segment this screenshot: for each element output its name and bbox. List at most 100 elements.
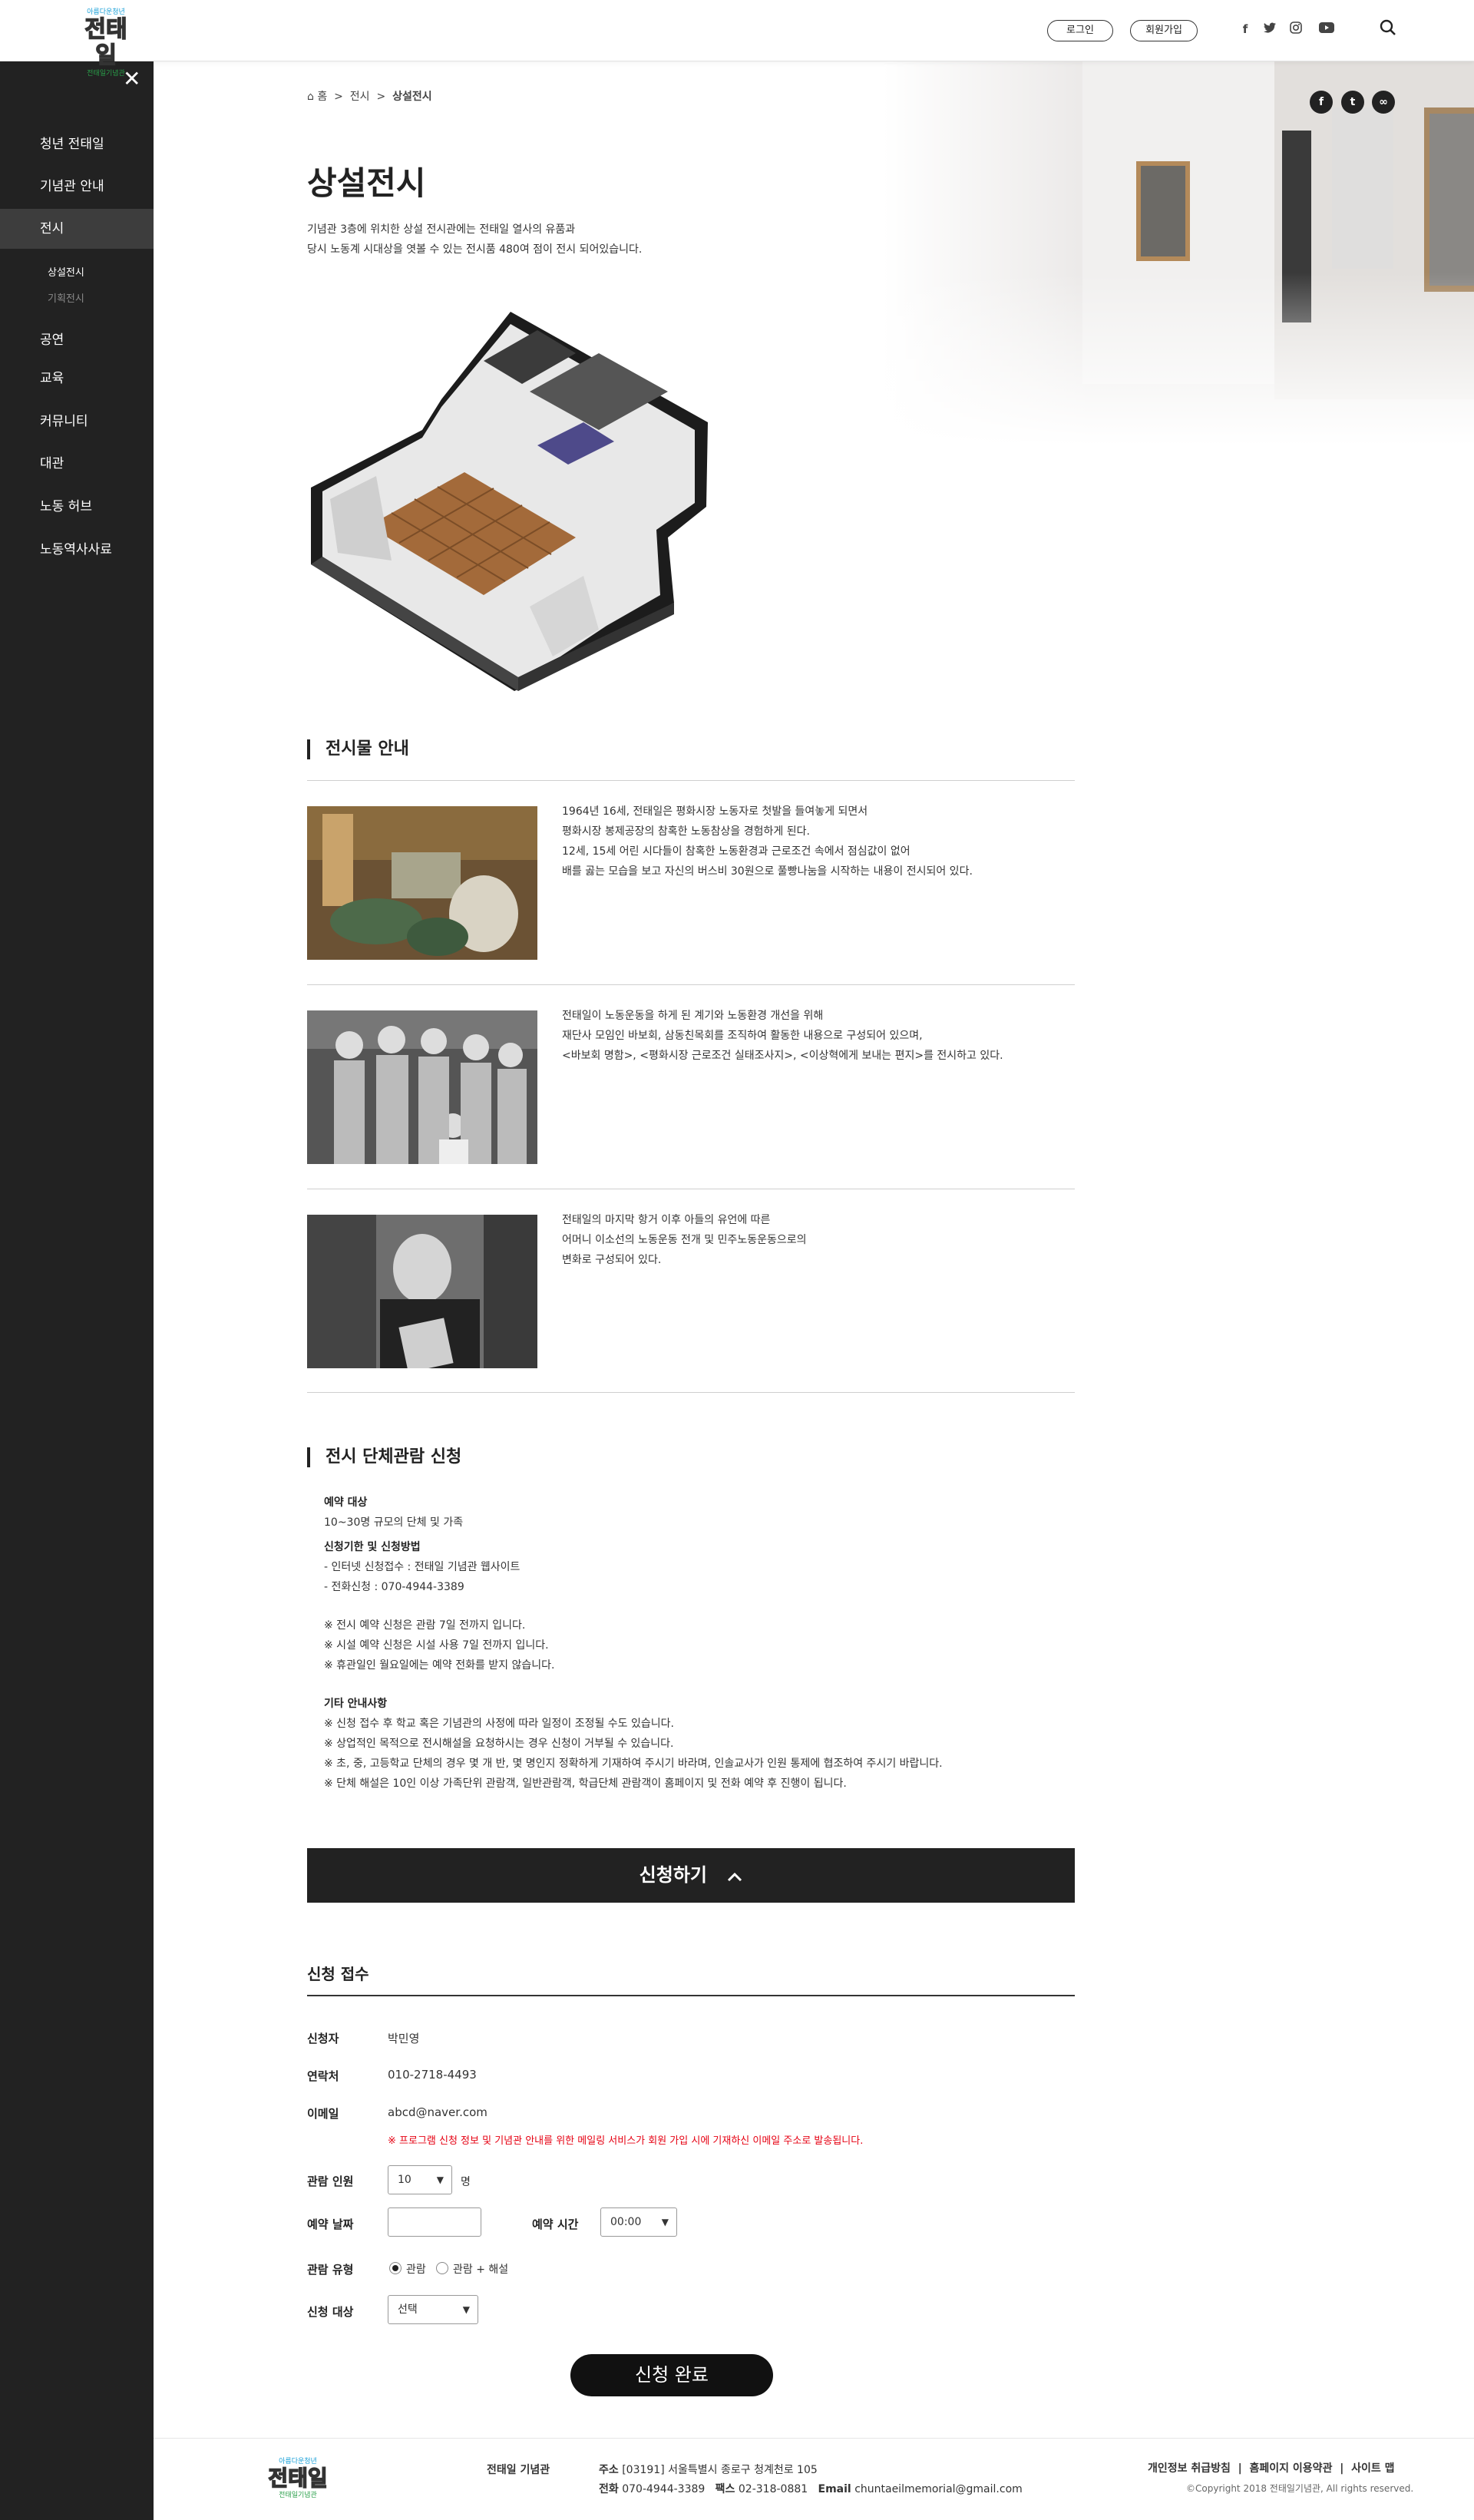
time-value: 00:00	[610, 2216, 642, 2228]
etc-heading: 기타 안내사항	[324, 1698, 388, 1710]
footer-contacts: 전화 070-4944-3389 팩스 02-318-0881 Email ch…	[599, 2481, 1023, 2496]
audience-select[interactable]: 선택 ▼	[388, 2295, 478, 2324]
date-label: 예약 날짜	[307, 2217, 354, 2231]
exhibit-section-title: 전시물 안내	[307, 739, 409, 759]
group-info: 예약 대상 10~30명 규모의 단체 및 가족 신청기한 및 신청방법 - 인…	[324, 1493, 943, 1794]
dropdown-arrow-icon: ▼	[661, 2217, 669, 2227]
method-online: - 인터넷 신청접수 : 전태일 기념관 웹사이트	[324, 1561, 521, 1573]
applicant-value: 박민영	[388, 2032, 420, 2045]
floor-plan-illustration	[307, 307, 714, 695]
address-label: 주소	[599, 2464, 619, 2476]
audience-value: 선택	[398, 2303, 418, 2316]
intro-line-1: 기념관 3층에 위치한 상설 전시관에는 전태일 열사의 유품과	[307, 223, 576, 236]
sidebar-subitem-special[interactable]: 기획전시	[48, 290, 84, 305]
people-label: 관람 인원	[307, 2174, 354, 2188]
apply-toggle-button[interactable]: 신청하기	[307, 1848, 1075, 1903]
sidebar-item-labor-history[interactable]: 노동역사사료	[0, 530, 154, 570]
method-heading: 신청기한 및 신청방법	[324, 1541, 421, 1553]
terms-link[interactable]: 홈페이지 이용약관	[1250, 2462, 1333, 2475]
tel-label: 전화	[599, 2483, 619, 2495]
applicant-label: 신청자	[307, 2032, 339, 2045]
dropdown-arrow-icon: ▼	[436, 2174, 444, 2185]
people-select[interactable]: 10 ▼	[388, 2165, 452, 2194]
submit-button[interactable]: 신청 완료	[570, 2354, 773, 2396]
type-option-view-guide[interactable]: 관람 + 해설	[453, 2261, 508, 2277]
divider	[307, 984, 1075, 985]
target-heading: 예약 대상	[324, 1496, 368, 1509]
divider	[307, 1392, 1075, 1393]
footer-links: 개인정보 취급방침 | 홈페이지 이용약관 | 사이트 맵	[1148, 2462, 1395, 2475]
exhibit-photo-3	[307, 1215, 537, 1368]
share-link-icon[interactable]: ∞	[1372, 91, 1395, 114]
site-logo[interactable]: 아름다운청년 전태일 전태일기념관	[75, 8, 137, 78]
logo-subtitle: 전태일기념관	[87, 70, 125, 78]
share-twitter-icon[interactable]: t	[1341, 91, 1364, 114]
tel-value: 070-4944-3389	[622, 2483, 706, 2495]
note-text: ※ 휴관일인 월요일에는 예약 전화를 받지 않습니다.	[324, 1659, 555, 1672]
etc-text: ※ 단체 해설은 10인 이상 가족단위 관람객, 일반관람객, 학급단체 관람…	[324, 1778, 847, 1790]
youtube-icon[interactable]	[1317, 21, 1336, 37]
email-value: abcd@naver.com	[388, 2105, 487, 2119]
breadcrumb: ⌂ 홈 > 전시 > 상설전시	[307, 88, 432, 104]
type-radio-view-guide[interactable]	[436, 2262, 448, 2274]
footer-logo-subtitle: 전태일기념관	[279, 2492, 317, 2499]
fax-label: 팩스	[715, 2483, 735, 2495]
signup-button[interactable]: 회원가입	[1130, 20, 1198, 41]
sidebar-item-labor-hub[interactable]: 노동 허브	[0, 487, 154, 527]
exhibit-photo-1	[307, 806, 537, 960]
twitter-icon[interactable]	[1262, 21, 1277, 37]
email-value: chuntaeilmemorial@gmail.com	[854, 2483, 1023, 2495]
sidebar-item-exhibition[interactable]: 전시	[0, 209, 154, 249]
instagram-icon[interactable]	[1288, 21, 1304, 37]
sidebar-item-performance[interactable]: 공연	[0, 320, 154, 360]
exhibit-description-1: 1964년 16세, 전태일은 평화시장 노동자로 첫발을 들여놓게 되면서 평…	[562, 805, 973, 878]
breadcrumb-home[interactable]: 홈	[317, 91, 327, 103]
breadcrumb-current: 상설전시	[392, 91, 432, 103]
chevron-up-icon	[727, 1849, 742, 1903]
breadcrumb-exhibition[interactable]: 전시	[350, 91, 370, 103]
group-section-title: 전시 단체관람 신청	[307, 1447, 461, 1467]
sidebar-item-memorial-info[interactable]: 기념관 안내	[0, 167, 154, 207]
type-label: 관람 유형	[307, 2263, 354, 2277]
fax-value: 02-318-0881	[738, 2483, 808, 2495]
copyright: ©Copyright 2018 전태일기념관, All rights reser…	[1186, 2483, 1414, 2494]
sidebar-item-community[interactable]: 커뮤니티	[0, 402, 154, 441]
login-button[interactable]: 로그인	[1047, 20, 1113, 41]
sidebar-subitem-permanent[interactable]: 상설전시	[48, 264, 84, 279]
form-title: 신청 접수	[307, 1965, 369, 1983]
time-select[interactable]: 00:00 ▼	[600, 2207, 677, 2237]
page-title: 상설전시	[307, 164, 426, 202]
time-label: 예약 시간	[532, 2217, 579, 2231]
share-facebook-icon[interactable]: f	[1310, 91, 1333, 114]
sidebar-item-youth-chuntaeil[interactable]: 청년 전태일	[0, 124, 154, 164]
site-header: 아름다운청년 전태일 전태일기념관 로그인 회원가입 f	[0, 0, 1474, 78]
logo-wordmark: 전태일	[84, 16, 128, 70]
privacy-policy-link[interactable]: 개인정보 취급방침	[1148, 2462, 1231, 2475]
email-label: 이메일	[307, 2107, 339, 2121]
sitemap-link[interactable]: 사이트 맵	[1351, 2462, 1394, 2475]
date-input[interactable]	[388, 2207, 481, 2237]
gallery-room-background	[883, 61, 1474, 445]
address-value: [03191] 서울특별시 종로구 청계천로 105	[622, 2464, 818, 2476]
intro-line-2: 당시 노동계 시대상을 엿볼 수 있는 전시품 480여 점이 전시 되어있습니…	[307, 243, 643, 256]
site-footer: 아름다운청년 전태일 전태일기념관 전태일 기념관 주소 [03191] 서울특…	[154, 2438, 1474, 2520]
email-notice: ※ 프로그램 신청 정보 및 기념관 안내를 위한 메일링 서비스가 회원 가입…	[388, 2135, 864, 2147]
footer-logo[interactable]: 아름다운청년 전태일 전태일기념관	[267, 2457, 329, 2500]
home-icon[interactable]: ⌂	[307, 91, 314, 103]
contact-label: 연락처	[307, 2069, 339, 2083]
breadcrumb-separator: >	[334, 91, 343, 103]
dropdown-arrow-icon: ▼	[462, 2304, 470, 2315]
facebook-icon[interactable]: f	[1238, 21, 1253, 37]
method-phone: - 전화신청 : 070-4944-3389	[324, 1581, 464, 1593]
exhibit-description-3: 전태일의 마지막 항거 이후 아들의 유언에 따른 어머니 이소선의 노동운동 …	[562, 1214, 807, 1266]
sidebar-item-education[interactable]: 교육	[0, 359, 154, 399]
type-radio-view[interactable]	[389, 2262, 402, 2274]
sidebar-item-rental[interactable]: 대관	[0, 444, 154, 484]
apply-label: 신청하기	[639, 1864, 707, 1886]
etc-text: ※ 신청 접수 후 학교 혹은 기념관의 사정에 따라 일정이 조정될 수도 있…	[324, 1718, 674, 1730]
search-icon[interactable]	[1379, 19, 1397, 38]
type-option-view[interactable]: 관람	[406, 2261, 426, 2277]
etc-text: ※ 상업적인 목적으로 전시해설을 요청하시는 경우 신청이 거부될 수 있습니…	[324, 1738, 674, 1750]
note-text: ※ 시설 예약 신청은 시설 사용 7일 전까지 입니다.	[324, 1639, 549, 1652]
target-text: 10~30명 규모의 단체 및 가족	[324, 1516, 464, 1529]
